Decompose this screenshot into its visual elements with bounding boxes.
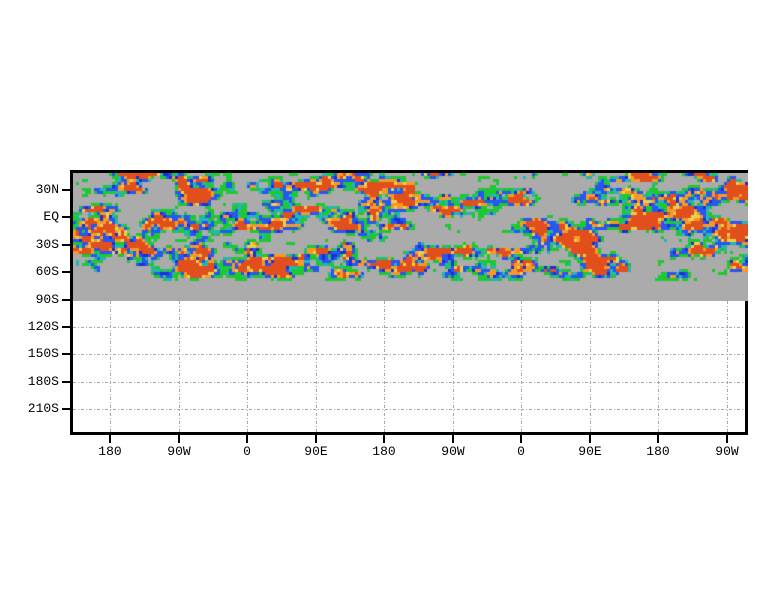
y-axis-label: 30N <box>35 182 59 197</box>
x-axis-label: 0 <box>517 444 525 459</box>
x-axis-tick <box>383 435 385 443</box>
y-axis-tick <box>62 381 70 383</box>
x-axis-label: 180 <box>646 444 670 459</box>
v-gridline <box>590 301 591 432</box>
x-axis-label: 90W <box>167 444 191 459</box>
y-axis-label: 30S <box>35 237 59 252</box>
x-axis-tick <box>315 435 317 443</box>
y-axis-label: 210S <box>27 401 59 416</box>
x-axis-tick <box>246 435 248 443</box>
y-axis-label: 150S <box>27 346 59 361</box>
y-axis-label: EQ <box>43 209 59 224</box>
v-gridline <box>179 301 180 432</box>
y-axis-tick <box>62 326 70 328</box>
v-gridline <box>247 301 248 432</box>
y-axis-tick <box>62 244 70 246</box>
data-field-canvas <box>73 173 748 301</box>
y-axis-label: 120S <box>27 319 59 334</box>
x-axis-tick <box>520 435 522 443</box>
x-axis-label: 90W <box>715 444 739 459</box>
x-axis-label: 180 <box>98 444 122 459</box>
h-gridline <box>73 354 745 355</box>
chart-figure: 30N EQ 30S 60S 90S 120S 150S 180S 210S 180 90W 0 90… <box>0 0 784 612</box>
y-axis-tick <box>62 353 70 355</box>
x-axis-label: 90E <box>304 444 328 459</box>
x-axis-tick <box>726 435 728 443</box>
x-axis-tick <box>109 435 111 443</box>
y-axis-tick <box>62 271 70 273</box>
v-gridline <box>316 301 317 432</box>
y-axis-tick <box>62 408 70 410</box>
v-gridline <box>521 301 522 432</box>
h-gridline <box>73 382 745 383</box>
x-axis-tick <box>589 435 591 443</box>
x-axis-label: 180 <box>372 444 396 459</box>
x-axis-tick <box>452 435 454 443</box>
v-gridline <box>384 301 385 432</box>
h-gridline <box>73 327 745 328</box>
x-axis-label: 90E <box>578 444 602 459</box>
y-axis-tick <box>62 299 70 301</box>
v-gridline <box>453 301 454 432</box>
y-axis-label: 60S <box>35 264 59 279</box>
y-axis-tick <box>62 216 70 218</box>
x-axis-tick <box>178 435 180 443</box>
v-gridline <box>658 301 659 432</box>
y-axis-tick <box>62 189 70 191</box>
y-axis-label: 180S <box>27 374 59 389</box>
y-axis-label: 90S <box>35 292 59 307</box>
v-gridline <box>727 301 728 432</box>
v-gridline <box>110 301 111 432</box>
x-axis-label: 0 <box>243 444 251 459</box>
h-gridline <box>73 409 745 410</box>
x-axis-tick <box>657 435 659 443</box>
x-axis-label: 90W <box>441 444 465 459</box>
